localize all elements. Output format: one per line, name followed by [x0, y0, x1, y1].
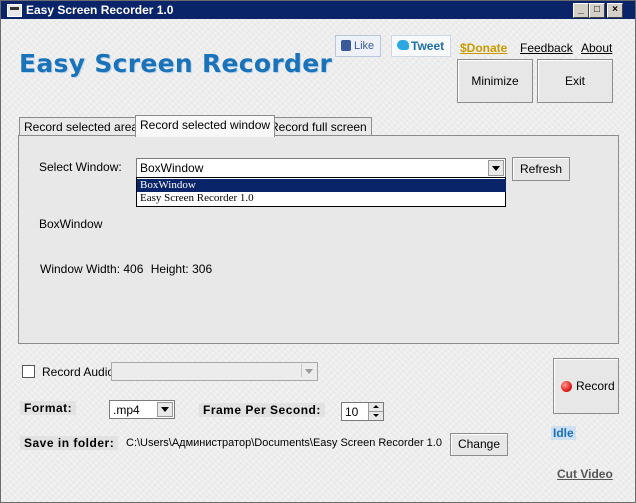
record-button[interactable]: Record	[553, 358, 619, 414]
twitter-bird-icon	[397, 40, 409, 50]
window-maximize-button[interactable]: □	[589, 3, 605, 18]
format-combobox[interactable]: .mp4	[109, 400, 175, 419]
record-dot-icon	[561, 381, 572, 392]
window-height-text: Height: 306	[150, 262, 213, 276]
select-window-dropdown-list: BoxWindow Easy Screen Recorder 1.0	[136, 177, 506, 207]
tweet-label: Tweet	[411, 39, 445, 53]
chevron-down-icon[interactable]	[157, 402, 173, 417]
like-label: Like	[354, 40, 375, 52]
app-window: Easy Screen Recorder 1.0 _ □ × Easy Scre…	[0, 0, 636, 503]
app-logo: Easy Screen Recorder	[19, 49, 333, 78]
chevron-down-icon[interactable]	[488, 160, 504, 176]
change-folder-button[interactable]: Change	[450, 433, 508, 456]
app-icon	[7, 4, 22, 17]
chevron-down-icon[interactable]	[301, 364, 316, 377]
refresh-button[interactable]: Refresh	[512, 157, 570, 181]
window-minimize-button[interactable]: _	[573, 3, 589, 18]
format-label: Format:	[20, 401, 77, 415]
status-badge: Idle	[551, 426, 576, 440]
spinner-up-icon[interactable]	[368, 403, 383, 412]
fps-value: 10	[345, 405, 359, 419]
record-audio-checkbox[interactable]	[22, 365, 35, 378]
tab-record-selected-window[interactable]: Record selected window	[135, 115, 276, 137]
dropdown-option[interactable]: Easy Screen Recorder 1.0	[137, 192, 506, 205]
donate-link[interactable]: $Donate	[460, 41, 507, 55]
about-link[interactable]: About	[581, 41, 612, 55]
spinner-down-icon[interactable]	[368, 412, 383, 420]
tab-record-full-screen[interactable]: Record full screen	[265, 117, 372, 136]
select-window-label: Select Window:	[39, 160, 122, 174]
save-folder-label: Save in folder:	[20, 436, 119, 450]
tweet-button[interactable]: Tweet	[391, 35, 451, 57]
thumbs-up-icon	[341, 40, 351, 51]
facebook-like-button[interactable]: Like	[335, 35, 381, 57]
audio-device-combobox[interactable]	[111, 362, 318, 381]
fps-label: Frame Per Second:	[199, 403, 325, 417]
selected-window-name: BoxWindow	[39, 217, 103, 231]
format-value: .mp4	[113, 403, 140, 417]
record-label: Record	[576, 379, 615, 393]
dropdown-option[interactable]: BoxWindow	[137, 179, 506, 192]
feedback-link[interactable]: Feedback	[520, 41, 573, 55]
tab-record-selected-area[interactable]: Record selected area	[19, 117, 144, 136]
window-title: Easy Screen Recorder 1.0	[26, 3, 174, 17]
window-close-button[interactable]: ×	[607, 3, 623, 18]
select-window-value: BoxWindow	[140, 161, 204, 175]
exit-button[interactable]: Exit	[537, 59, 613, 103]
select-window-combobox[interactable]: BoxWindow	[136, 158, 506, 178]
cut-video-link[interactable]: Cut Video	[557, 467, 613, 481]
minimize-button[interactable]: Minimize	[457, 59, 533, 103]
window-width-text: Window Width: 406	[40, 262, 144, 276]
fps-spinner[interactable]: 10	[341, 402, 384, 421]
save-folder-path: C:\Users\Администратор\Documents\Easy Sc…	[126, 437, 442, 449]
window-size-info: Window Width: 406 Height: 306	[40, 262, 216, 276]
title-bar[interactable]: Easy Screen Recorder 1.0 _ □ ×	[1, 1, 635, 19]
record-audio-label: Record Audio	[42, 365, 115, 379]
